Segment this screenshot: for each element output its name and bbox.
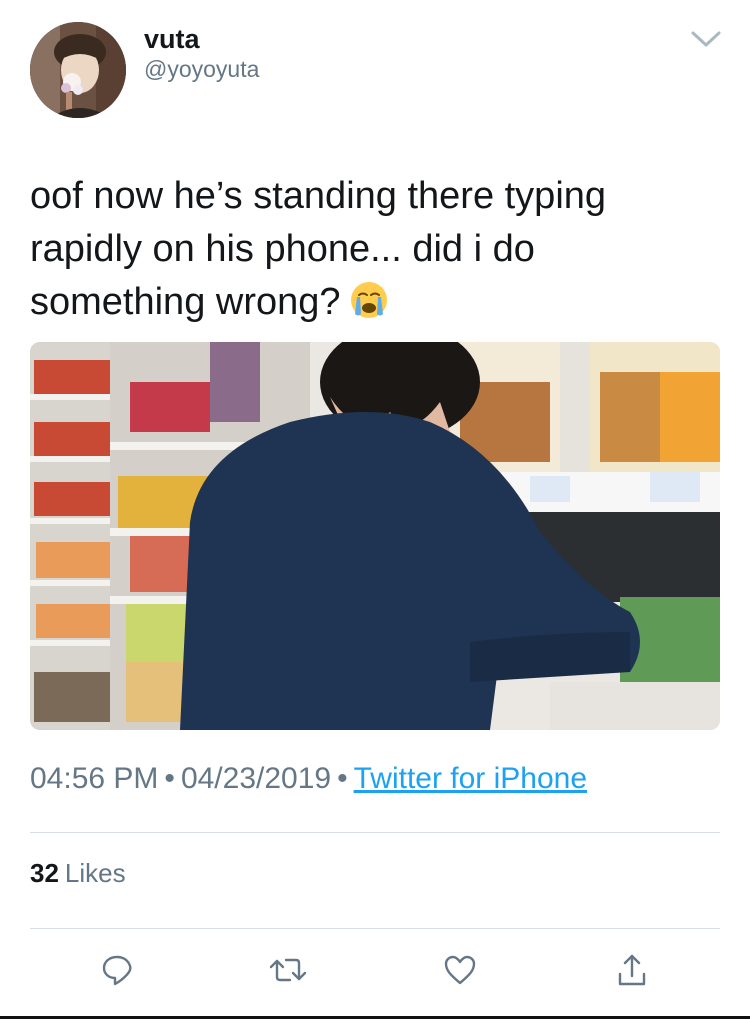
tweet-photo[interactable] [30, 342, 720, 730]
heart-icon[interactable] [440, 948, 480, 992]
display-name[interactable]: vuta [144, 24, 200, 55]
reply-icon[interactable] [97, 948, 137, 992]
divider [30, 928, 720, 929]
tweet-text-line: rapidly on his phone... did i do [30, 228, 535, 270]
tweet-meta: 04:56 PM • 04/23/2019 • Twitter for iPhone [30, 762, 587, 796]
tweet-text-fragment: something wrong? [30, 281, 341, 323]
avatar[interactable] [30, 22, 126, 118]
tweet-text-line: oof now he’s standing there typing [30, 175, 607, 217]
share-icon[interactable] [612, 948, 652, 992]
likes-count: 32 [30, 858, 59, 888]
likes-label: Likes [64, 858, 126, 888]
tweet-text: oof now he’s standing there typing rapid… [30, 170, 720, 329]
source-link[interactable]: Twitter for iPhone [354, 762, 587, 795]
meta-separator: • [337, 762, 348, 795]
loudly-crying-face-icon [349, 280, 389, 320]
likes-stat[interactable]: 32 Likes [30, 858, 126, 889]
action-bar [0, 948, 750, 998]
chevron-down-icon[interactable] [690, 28, 722, 50]
user-handle[interactable]: @yoyoyuta [144, 56, 259, 83]
tweet-text-line: something wrong? [30, 276, 720, 329]
retweet-icon[interactable] [268, 948, 308, 992]
meta-separator: • [164, 762, 175, 795]
divider [30, 832, 720, 833]
tweet-date: 04/23/2019 [180, 762, 332, 795]
tweet-detail: vuta @yoyoyuta oof now he’s standing the… [0, 0, 750, 1019]
tweet-time: 04:56 PM [30, 762, 159, 795]
